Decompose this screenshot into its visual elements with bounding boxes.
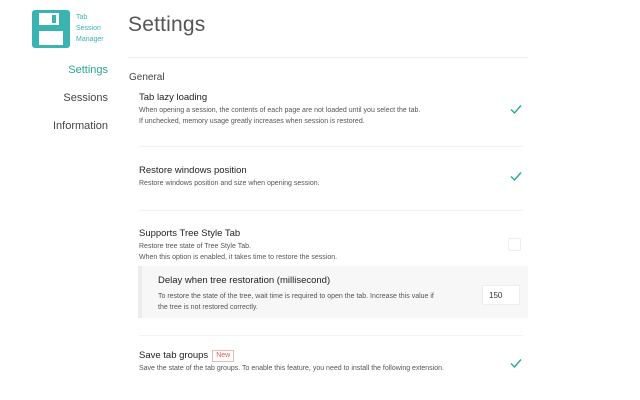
option-description: To restore the state of the tree, wait t… [158, 291, 458, 313]
option-tree-restoration-delay: Delay when tree restoration (millisecond… [138, 266, 528, 318]
logo-line-1: Tab [76, 14, 88, 21]
option-description: Restore tree state of Tree Style Tab. [139, 243, 251, 250]
option-title: Supports Tree Style Tab [139, 228, 241, 239]
option-description: When opening a session, the contents of … [139, 107, 421, 114]
option-title: Restore windows position [139, 165, 247, 176]
option-description: If unchecked, memory usage greatly incre… [139, 118, 365, 125]
app-logo: Tab Session Manager [32, 10, 110, 50]
checkmark-icon[interactable] [509, 169, 523, 183]
option-description-line: To restore the state of the tree, wait t… [158, 293, 434, 300]
section-title-general: General [129, 72, 165, 83]
delay-input[interactable] [482, 285, 520, 305]
option-description: When this option is enabled, it takes ti… [139, 254, 338, 261]
logo-line-2: Session [76, 25, 101, 32]
title-divider [128, 57, 528, 58]
sidebar-item-settings[interactable]: Settings [68, 64, 108, 76]
logo-line-3: Manager [76, 36, 104, 43]
option-description: Save the state of the tab groups. To ena… [139, 365, 444, 372]
page-title: Settings [128, 13, 206, 36]
sidebar-item-sessions[interactable]: Sessions [63, 92, 108, 104]
option-restore-windows-position: Restore windows position Restore windows… [139, 165, 523, 189]
divider [139, 210, 523, 211]
option-save-tab-groups: Save tab groups New Save the state of the… [139, 350, 523, 374]
option-title: Save tab groups New [139, 350, 523, 362]
option-description: Restore windows position and size when o… [139, 180, 320, 187]
option-title: Tab lazy loading [139, 92, 208, 103]
tree-style-tab-checkbox[interactable] [508, 238, 521, 251]
checkmark-icon[interactable] [509, 356, 523, 370]
option-title: Delay when tree restoration (millisecond… [158, 275, 331, 286]
new-badge: New [212, 350, 235, 362]
sidebar: Tab Session Manager Settings Sessions In… [0, 0, 112, 400]
divider [139, 335, 523, 336]
settings-panel: Settings General Tab lazy loading When o… [128, 0, 528, 400]
option-supports-tree-style-tab: Supports Tree Style Tab Restore tree sta… [139, 228, 523, 263]
checkmark-icon[interactable] [509, 102, 523, 116]
option-tab-lazy-loading: Tab lazy loading When opening a session,… [139, 92, 523, 127]
option-title-text: Save tab groups [139, 350, 209, 361]
app-name: Tab Session Manager [76, 12, 116, 45]
option-description-line: the tree is not restored correctly. [158, 304, 258, 311]
indent-bar [138, 266, 142, 318]
floppy-disk-icon [32, 10, 70, 48]
divider [139, 146, 523, 147]
sidebar-item-information[interactable]: Information [53, 120, 108, 132]
